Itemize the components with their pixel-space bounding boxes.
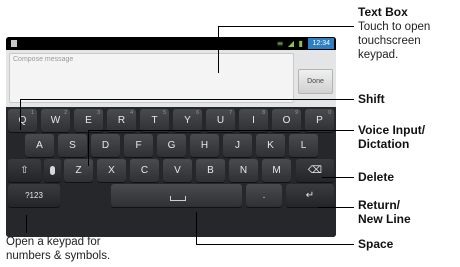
key-a[interactable]: A — [25, 134, 54, 157]
callout-line-delete — [322, 177, 354, 179]
phone-screen: ≡ ◢ ▮ 12:34 Compose message Done Q1 W2 E… — [6, 37, 336, 237]
callout-line-shift-vertical — [20, 99, 22, 130]
callout-line-keypad — [26, 215, 28, 233]
callout-line-space-vertical — [196, 212, 198, 244]
callout-line-text-box-vertical — [218, 26, 220, 73]
key-l[interactable]: L — [289, 134, 318, 157]
numbers-symbols-key[interactable]: ?123 — [8, 184, 60, 207]
space-bar-icon — [169, 196, 186, 201]
key-r[interactable]: R4 — [107, 109, 136, 132]
delete-key[interactable]: ⌫ — [296, 159, 334, 182]
key-v[interactable]: V — [163, 159, 192, 182]
shift-key[interactable]: ⇧ — [8, 159, 41, 182]
key-f[interactable]: F — [124, 134, 153, 157]
key-d[interactable]: D — [91, 134, 120, 157]
return-icon: ↵ — [305, 190, 315, 201]
key-u[interactable]: U7 — [206, 109, 235, 132]
label-keypad-1: Open a keypad for — [6, 236, 101, 248]
notification-icon — [11, 40, 17, 47]
period-key[interactable]: . — [246, 184, 282, 207]
key-n[interactable]: N — [229, 159, 258, 182]
key-m[interactable]: M — [262, 159, 291, 182]
compose-placeholder: Compose message — [13, 56, 74, 63]
key-k[interactable]: K — [256, 134, 285, 157]
key-e[interactable]: E3 — [74, 109, 103, 132]
backspace-icon: ⌫ — [307, 165, 323, 176]
label-dictation: Dictation — [358, 137, 410, 151]
callout-line-text-box — [218, 26, 354, 28]
key-g[interactable]: G — [157, 134, 186, 157]
done-button[interactable]: Done — [298, 69, 333, 94]
key-o[interactable]: O9 — [272, 109, 301, 132]
space-key[interactable] — [111, 184, 242, 207]
key-h[interactable]: H — [190, 134, 219, 157]
label-text-box-title: Text Box — [358, 5, 408, 19]
key-y[interactable]: Y6 — [173, 109, 202, 132]
label-delete: Delete — [358, 170, 395, 184]
callout-line-space — [196, 244, 354, 246]
compose-message-input[interactable]: Compose message — [9, 53, 294, 103]
label-keypad-2: numbers & symbols. — [6, 250, 111, 262]
label-text-box-desc-3: keypad. — [358, 49, 399, 61]
label-space: Space — [358, 237, 394, 251]
label-voice-input: Voice Input/ — [358, 123, 426, 137]
key-t[interactable]: T5 — [140, 109, 169, 132]
voice-input-key[interactable] — [44, 159, 61, 182]
label-new-line: New Line — [358, 212, 411, 226]
key-c[interactable]: C — [130, 159, 159, 182]
key-i[interactable]: I8 — [239, 109, 268, 132]
callout-line-voice-vertical — [88, 130, 90, 166]
shift-icon: ⇧ — [20, 165, 29, 176]
key-w[interactable]: W2 — [41, 109, 70, 132]
return-key[interactable]: ↵ — [286, 184, 334, 207]
key-q[interactable]: Q1 — [8, 109, 37, 132]
label-text-box-desc-1: Touch to open — [358, 21, 431, 33]
label-return: Return/ — [358, 198, 400, 212]
label-shift: Shift — [358, 92, 385, 106]
label-text-box-desc-2: touchscreen — [358, 35, 421, 47]
status-bar: ≡ ◢ ▮ 12:34 — [6, 37, 336, 50]
key-x[interactable]: X — [97, 159, 126, 182]
status-time: 12:34 — [308, 38, 334, 49]
key-s[interactable]: S — [58, 134, 87, 157]
key-p[interactable]: P0 — [305, 109, 334, 132]
callout-line-voice — [88, 130, 354, 132]
touchscreen-keyboard: Q1 W2 E3 R4 T5 Y6 U7 I8 O9 P0 A S D F G … — [6, 107, 336, 237]
callout-line-shift — [20, 99, 354, 101]
key-j[interactable]: J — [223, 134, 252, 157]
microphone-icon — [50, 165, 55, 175]
callout-line-return — [318, 207, 354, 209]
status-icons: ≡ ◢ ▮ — [276, 39, 304, 48]
key-b[interactable]: B — [196, 159, 225, 182]
